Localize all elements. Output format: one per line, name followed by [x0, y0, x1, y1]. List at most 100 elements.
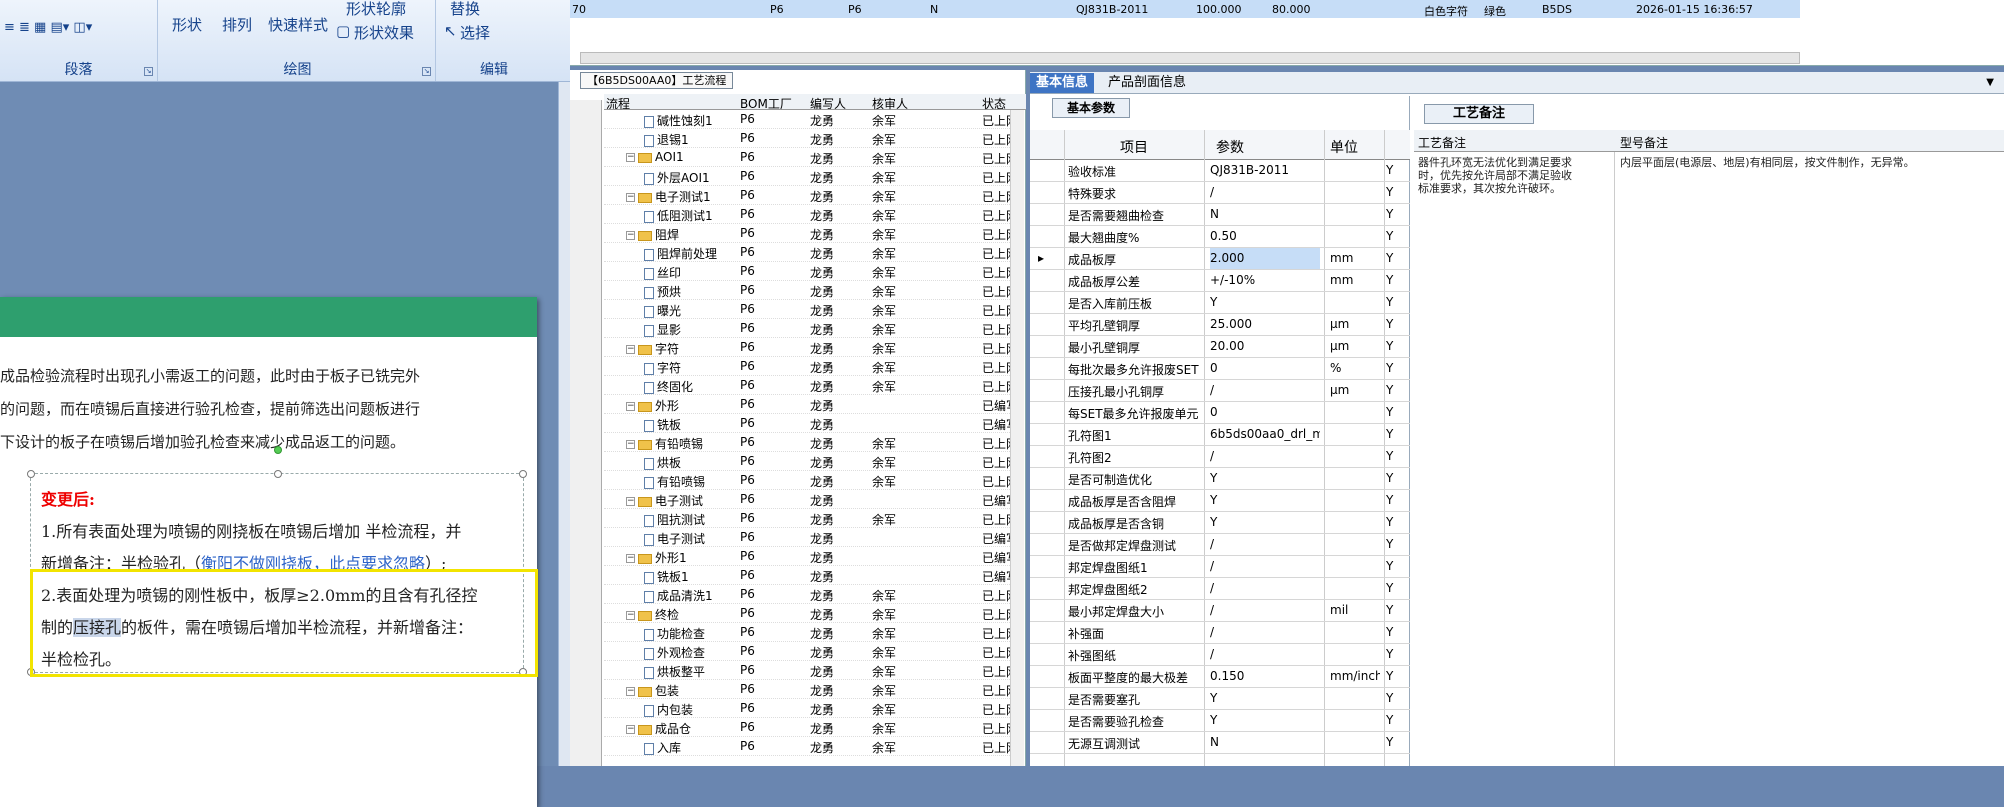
- flow-row[interactable]: − 外形1 P6 龙勇 已编写: [604, 547, 1018, 566]
- collapse-icon[interactable]: −: [626, 193, 635, 202]
- param-row[interactable]: 补强面 / Y: [1030, 622, 1410, 644]
- param-row[interactable]: 压接孔最小孔铜厚 / μm Y: [1030, 380, 1410, 402]
- param-row[interactable]: 邦定焊盘图纸2 / Y: [1030, 578, 1410, 600]
- select-button[interactable]: 选择: [460, 22, 490, 43]
- dropdown-arrow-icon[interactable]: ▼: [1980, 73, 2000, 93]
- flow-row[interactable]: − 有铅喷锡 P6 龙勇 余军 已上网: [604, 433, 1018, 452]
- flow-row[interactable]: − 字符 P6 龙勇 余军 已上网: [604, 338, 1018, 357]
- param-row[interactable]: 平均孔壁铜厚 25.000 μm Y: [1030, 314, 1410, 336]
- document-page[interactable]: 成品检验流程时出现孔小需返工的问题，此时由于板子已铣完外 的问题，而在喷锡后直接…: [0, 297, 538, 807]
- param-row[interactable]: 最小邦定焊盘大小 / mil Y: [1030, 600, 1410, 622]
- flow-row[interactable]: 烘板 P6 龙勇 余军 已上网: [604, 452, 1018, 471]
- replace-button[interactable]: 替换: [450, 0, 480, 19]
- flow-row[interactable]: − 电子测试1 P6 龙勇 余军 已上网: [604, 186, 1018, 205]
- param-row[interactable]: 成品板厚公差 +/-10% mm Y: [1030, 270, 1410, 292]
- param-row[interactable]: 最小孔壁铜厚 20.00 μm Y: [1030, 336, 1410, 358]
- flow-row[interactable]: − 终检 P6 龙勇 余军 已上网: [604, 604, 1018, 623]
- flow-row[interactable]: 低阻测试1 P6 龙勇 余军 已上网: [604, 205, 1018, 224]
- param-row[interactable]: 成品板厚是否含阻焊 Y Y: [1030, 490, 1410, 512]
- subtab-basic-params[interactable]: 基本参数: [1052, 98, 1131, 118]
- collapse-icon[interactable]: −: [626, 725, 635, 734]
- flow-row[interactable]: − 包装 P6 龙勇 余军 已上网: [604, 680, 1018, 699]
- param-row[interactable]: ▸ 成品板厚 2.000 mm Y: [1030, 248, 1410, 270]
- col-header-unit[interactable]: 单位: [1330, 137, 1358, 157]
- collapse-icon[interactable]: −: [626, 345, 635, 354]
- flow-row[interactable]: 预烘 P6 龙勇 余军 已上网: [604, 281, 1018, 300]
- collapse-icon[interactable]: −: [626, 497, 635, 506]
- param-row[interactable]: 孔符图2 / Y: [1030, 446, 1410, 468]
- flow-row[interactable]: 功能检查 P6 龙勇 余军 已上网: [604, 623, 1018, 642]
- flow-row[interactable]: − 外形 P6 龙勇 已编写: [604, 395, 1018, 414]
- collapse-icon[interactable]: −: [626, 153, 635, 162]
- shape-button[interactable]: 形状: [172, 14, 202, 35]
- collapse-icon[interactable]: −: [626, 554, 635, 563]
- shape-outline-button[interactable]: 形状轮廓: [346, 0, 406, 19]
- param-row[interactable]: 最大翘曲度% 0.50 Y: [1030, 226, 1410, 248]
- flow-row[interactable]: 丝印 P6 龙勇 余军 已上网: [604, 262, 1018, 281]
- document-scrollbar[interactable]: [558, 82, 570, 766]
- param-row[interactable]: 每SET最多允许报废单元 0 Y: [1030, 402, 1410, 424]
- param-row[interactable]: 是否需要塞孔 Y Y: [1030, 688, 1410, 710]
- flow-row[interactable]: 铣板 P6 龙勇 已编写: [604, 414, 1018, 433]
- param-row[interactable]: 邦定焊盘图纸1 / Y: [1030, 556, 1410, 578]
- resize-handle[interactable]: [27, 470, 35, 478]
- process-note-text[interactable]: 器件孔环宽无法优化到满足要求 时，优先按允许局部不满足验收 标准要求，其次按允许…: [1418, 156, 1572, 195]
- collapse-icon[interactable]: −: [626, 440, 635, 449]
- flow-row[interactable]: 成品清洗1 P6 龙勇 余军 已上网: [604, 585, 1018, 604]
- flow-row[interactable]: 烘板整平 P6 龙勇 余军 已上网: [604, 661, 1018, 680]
- flow-row[interactable]: 阻抗测试 P6 龙勇 余军 已上网: [604, 509, 1018, 528]
- flow-row[interactable]: 外层AOI1 P6 龙勇 余军 已上网: [604, 167, 1018, 186]
- flow-scrollbar[interactable]: [1010, 110, 1024, 766]
- collapse-icon[interactable]: −: [626, 687, 635, 696]
- resize-handle[interactable]: [519, 470, 527, 478]
- param-row[interactable]: 特殊要求 / Y: [1030, 182, 1410, 204]
- flow-row[interactable]: 电子测试 P6 龙勇 已编写: [604, 528, 1018, 547]
- flow-row[interactable]: − AOI1 P6 龙勇 余军 已上网: [604, 148, 1018, 167]
- tab-process-notes[interactable]: 工艺备注: [1424, 104, 1535, 124]
- flow-row[interactable]: 有铅喷锡 P6 龙勇 余军 已上网: [604, 471, 1018, 490]
- flow-row[interactable]: 字符 P6 龙勇 余军 已上网: [604, 357, 1018, 376]
- shape-effect-button[interactable]: 形状效果: [354, 22, 414, 43]
- horizontal-scrollbar[interactable]: [580, 52, 1800, 64]
- flow-row[interactable]: 阻焊前处理 P6 龙勇 余军 已上网: [604, 243, 1018, 262]
- param-row[interactable]: 是否可制造优化 Y Y: [1030, 468, 1410, 490]
- param-row[interactable]: 孔符图1 6b5ds00aa0_drl_m... Y: [1030, 424, 1410, 446]
- model-note-text[interactable]: 内层平面层(电源层、地层)有相同层，按文件制作，无异常。: [1620, 156, 1915, 169]
- param-row[interactable]: 验收标准 QJ831B-2011 Y: [1030, 160, 1410, 182]
- flow-row[interactable]: 退锡1 P6 龙勇 余军 已上网: [604, 129, 1018, 148]
- param-row[interactable]: 是否需要验孔检查 Y Y: [1030, 710, 1410, 732]
- arrange-button[interactable]: 排列: [222, 14, 252, 35]
- flow-row[interactable]: − 成品仓 P6 龙勇 余军 已上网: [604, 718, 1018, 737]
- flow-row[interactable]: − 阻焊 P6 龙勇 余军 已上网: [604, 224, 1018, 243]
- collapse-icon[interactable]: −: [626, 611, 635, 620]
- collapse-icon[interactable]: −: [626, 231, 635, 240]
- param-row[interactable]: 补强图纸 / Y: [1030, 644, 1410, 666]
- flow-row[interactable]: 曝光 P6 龙勇 余军 已上网: [604, 300, 1018, 319]
- tab-basic-info[interactable]: 基本信息: [1030, 73, 1095, 93]
- selected-grid-row[interactable]: 70 P6 P6 N QJ831B-2011 100.000 80.000 白色…: [570, 0, 1800, 18]
- resize-handle[interactable]: [274, 470, 282, 478]
- tab-profile-info[interactable]: 产品剖面信息: [1102, 73, 1192, 93]
- param-row[interactable]: 无源互调测试 N Y: [1030, 732, 1410, 754]
- collapse-icon[interactable]: −: [626, 402, 635, 411]
- collapse-strip[interactable]: [570, 100, 602, 766]
- param-row[interactable]: 是否做邦定焊盘测试 / Y: [1030, 534, 1410, 556]
- dialog-launcher-icon[interactable]: ↘: [422, 67, 431, 76]
- rotate-handle[interactable]: [274, 446, 282, 454]
- flow-row[interactable]: 入库 P6 龙勇 余军 已上网: [604, 737, 1018, 756]
- param-row[interactable]: 是否需要翘曲检查 N Y: [1030, 204, 1410, 226]
- param-row[interactable]: 成品板厚是否含铜 Y Y: [1030, 512, 1410, 534]
- align-buttons[interactable]: ≡ ≣ ▦ ▤▾ ◫▾: [4, 20, 92, 35]
- flow-row[interactable]: 铣板1 P6 龙勇 已编写: [604, 566, 1018, 585]
- flow-row[interactable]: 内包装 P6 龙勇 余军 已上网: [604, 699, 1018, 718]
- flow-row[interactable]: 外观检查 P6 龙勇 余军 已上网: [604, 642, 1018, 661]
- flow-row[interactable]: 终固化 P6 龙勇 余军 已上网: [604, 376, 1018, 395]
- col-header-item[interactable]: 项目: [1120, 137, 1148, 157]
- flow-row[interactable]: 碱性蚀刻1 P6 龙勇 余军 已上网: [604, 110, 1018, 129]
- param-row[interactable]: 板面平整度的最大极差 0.150 mm/inch Y: [1030, 666, 1410, 688]
- col-header-param[interactable]: 参数: [1216, 137, 1244, 157]
- dialog-launcher-icon[interactable]: ↘: [144, 67, 153, 76]
- quick-style-button[interactable]: 快速样式: [268, 14, 328, 35]
- col-header-process-note[interactable]: 工艺备注: [1418, 134, 1466, 151]
- flow-row[interactable]: − 电子测试 P6 龙勇 已编写: [604, 490, 1018, 509]
